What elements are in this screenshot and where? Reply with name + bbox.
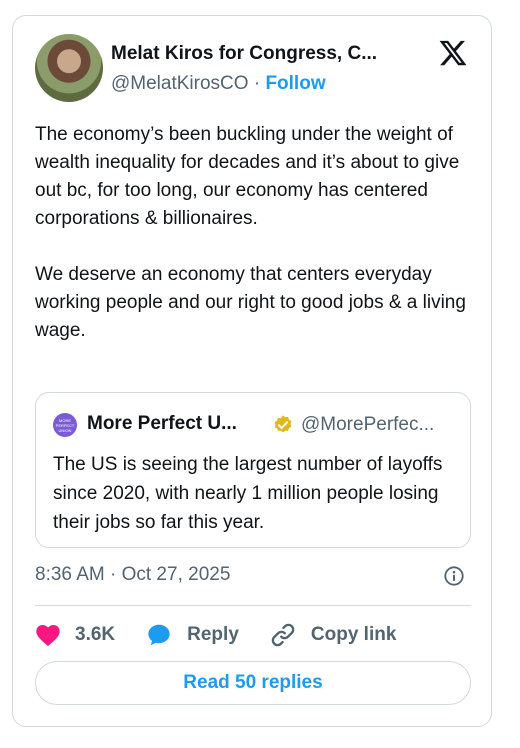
quoted-author-name[interactable]: More Perfect U...: [87, 413, 237, 435]
handle-separator: ·: [253, 73, 261, 94]
reply-label: Reply: [187, 624, 239, 645]
like-count: 3.6K: [75, 624, 116, 645]
tweet-paragraph: We deserve an economy that centers every…: [35, 264, 466, 341]
quoted-tweet-text: The US is seeing the largest number of l…: [53, 454, 443, 533]
quoted-avatar-text: MORE PERFECT UNION: [55, 417, 75, 433]
quoted-author-handle[interactable]: @MorePerfec...: [301, 414, 434, 436]
action-bar: 3.6K Reply Copy link: [35, 620, 426, 650]
quoted-author-avatar[interactable]: MORE PERFECT UNION: [53, 413, 77, 437]
tweet-paragraph: The economy’s been buckling under the we…: [35, 124, 460, 229]
reply-bubble-icon: [148, 624, 170, 646]
info-icon[interactable]: [443, 565, 465, 587]
author-name[interactable]: Melat Kiros for Congress, C...: [111, 43, 377, 65]
divider: [35, 605, 471, 606]
quoted-tweet[interactable]: MORE PERFECT UNION More Perfect U... @Mo…: [35, 392, 471, 548]
like-button[interactable]: 3.6K: [35, 623, 115, 647]
heart-icon: [36, 625, 60, 647]
link-icon: [271, 623, 295, 647]
reply-button[interactable]: Reply: [145, 622, 239, 648]
copy-link-button[interactable]: Copy link: [269, 621, 397, 649]
author-handle-row: @MelatKirosCO · Follow: [111, 73, 326, 95]
read-replies-button[interactable]: Read 50 replies: [35, 661, 471, 705]
tweet-timestamp[interactable]: 8:36 AM · Oct 27, 2025: [35, 564, 230, 586]
author-avatar[interactable]: [35, 34, 103, 102]
x-logo-icon[interactable]: [438, 38, 468, 68]
tweet-embed-card: Melat Kiros for Congress, C... @MelatKir…: [12, 15, 492, 727]
author-handle[interactable]: @MelatKirosCO: [111, 73, 249, 94]
tweet-text: The economy’s been buckling under the we…: [35, 121, 475, 345]
follow-button[interactable]: Follow: [265, 73, 325, 94]
verified-badge-icon: [274, 415, 292, 433]
copy-link-label: Copy link: [310, 624, 397, 645]
